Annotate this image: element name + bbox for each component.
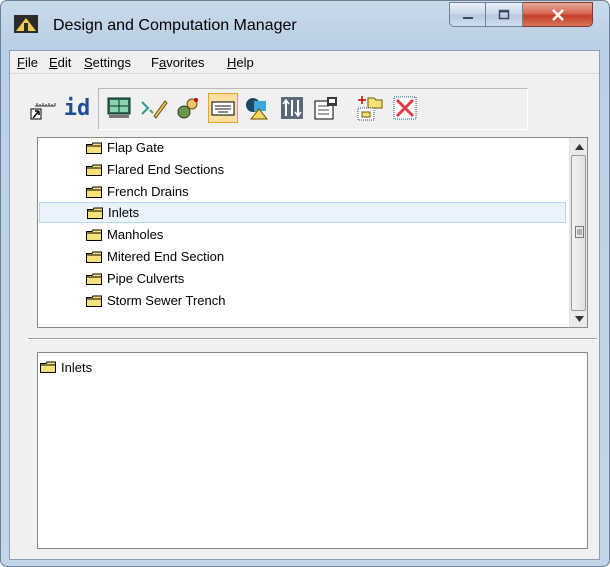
delete-icon (393, 96, 417, 120)
selection-pane[interactable]: Inlets (37, 352, 588, 549)
app-icon (14, 15, 38, 33)
chevron-up-icon (574, 143, 584, 150)
tree-item-label: Inlets (108, 205, 140, 220)
shapes-icon (246, 98, 269, 120)
menu-edit-rest: dit (57, 55, 72, 70)
properties-button[interactable] (311, 93, 341, 123)
toolbar: id (10, 74, 599, 136)
shapes-button[interactable] (242, 93, 272, 123)
delete-button[interactable] (390, 93, 420, 123)
menu-help-key: H (227, 55, 237, 70)
minimize-button[interactable] (449, 2, 486, 27)
id-label: id (63, 95, 91, 121)
tree-item[interactable]: Flared End Sections (38, 159, 224, 180)
close-button[interactable] (523, 2, 593, 27)
selection-item-label: Inlets (61, 359, 93, 375)
menu-file[interactable]: File (17, 55, 38, 70)
tree-item-label: Pipe Culverts (107, 271, 185, 286)
main-window: Design and Computation Manager File Edit… (0, 0, 610, 567)
tree-item[interactable]: Pipe Culverts (38, 268, 184, 289)
keyin-button[interactable] (208, 93, 238, 123)
menu-help-rest: elp (236, 55, 254, 70)
draw-button[interactable] (139, 93, 169, 123)
folder-icon (40, 361, 56, 373)
tree-item-label: Flap Gate (107, 140, 165, 155)
folder-icon (86, 295, 102, 307)
tree-item[interactable]: French Drains (38, 181, 189, 202)
menu-settings-rest: ettings (92, 55, 131, 70)
scroll-thumb[interactable] (571, 155, 586, 311)
tree-item[interactable]: Storm Sewer Trench (38, 290, 226, 311)
menu-file-rest: ile (24, 55, 38, 70)
add-folder-icon (357, 96, 383, 121)
folder-icon (86, 251, 102, 263)
menu-favorites-rest: vorites (166, 55, 205, 70)
tree-item[interactable]: Manholes (38, 224, 163, 245)
add-folder-button[interactable] (355, 93, 385, 123)
menu-favorites[interactable]: Favorites (151, 55, 204, 70)
pencil-icon (141, 100, 168, 119)
menu-settings[interactable]: Settings (84, 55, 131, 70)
grid-icon (107, 97, 131, 118)
sort-button[interactable] (277, 93, 307, 123)
design-elements-icon (177, 98, 198, 119)
scroll-down-button[interactable] (570, 310, 587, 327)
vertical-scrollbar[interactable] (569, 138, 587, 327)
window-title: Design and Computation Manager (53, 17, 297, 34)
grid-button[interactable] (104, 93, 134, 123)
tree-item-label: Storm Sewer Trench (107, 293, 226, 308)
category-tree[interactable]: Flap Gate Flared End Sections French Dra… (37, 137, 588, 328)
folder-icon (86, 164, 102, 176)
selection-item[interactable]: Inlets (40, 358, 92, 376)
maximize-button[interactable] (486, 2, 523, 27)
ruler-button[interactable] (28, 93, 58, 123)
grip-icon (575, 226, 584, 238)
chevron-down-icon (574, 315, 584, 322)
menu-edit-key: E (49, 55, 58, 70)
scroll-up-button[interactable] (570, 138, 587, 155)
menu-favorites-pre: F (151, 55, 159, 70)
tree-item-label: Manholes (107, 227, 164, 242)
pane-splitter[interactable] (28, 333, 597, 345)
title-bar[interactable]: Design and Computation Manager (1, 1, 609, 41)
client-area: File Edit Settings Favorites Help id Fla… (9, 50, 600, 560)
properties-icon (314, 97, 337, 120)
maximize-icon (498, 9, 510, 20)
ruler-icon (30, 103, 56, 120)
menu-edit[interactable]: Edit (49, 55, 71, 70)
menu-help[interactable]: Help (227, 55, 254, 70)
menu-bar: File Edit Settings Favorites Help (10, 51, 599, 73)
menu-settings-key: S (84, 55, 93, 70)
tree-item-label: French Drains (107, 184, 189, 199)
folder-icon (86, 273, 102, 285)
id-button[interactable]: id (59, 93, 95, 123)
menu-file-key: F (17, 55, 25, 70)
folder-icon (86, 229, 102, 241)
splitter-line (28, 338, 597, 340)
minimize-icon (462, 16, 473, 19)
close-icon (551, 8, 564, 21)
tree-item-label: Mitered End Section (107, 249, 225, 264)
tree-item-label: Flared End Sections (107, 162, 225, 177)
elements-button[interactable] (173, 93, 203, 123)
tree-item-selected[interactable]: Inlets (39, 202, 566, 223)
folder-icon (86, 142, 102, 154)
tree-item[interactable]: Mitered End Section (38, 246, 224, 267)
folder-icon (86, 186, 102, 198)
tree-item[interactable]: Flap Gate (38, 138, 165, 158)
keyboard-icon (211, 101, 235, 116)
sort-icon (281, 97, 303, 119)
folder-icon (87, 207, 103, 219)
